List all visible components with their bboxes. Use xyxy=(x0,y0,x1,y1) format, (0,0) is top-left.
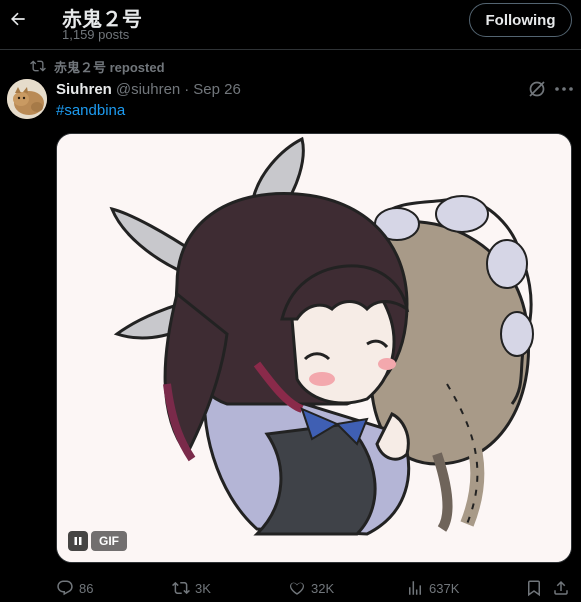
gif-badge: GIF xyxy=(91,531,127,551)
avatar-image xyxy=(7,79,47,119)
post-count: 1,159 posts xyxy=(62,27,130,42)
following-button[interactable]: Following xyxy=(469,3,572,37)
post-date[interactable]: Sep 26 xyxy=(193,81,241,98)
grok-icon xyxy=(529,81,545,97)
gif-controls: GIF xyxy=(68,531,127,551)
repost-icon xyxy=(30,60,46,72)
grok-button[interactable] xyxy=(527,79,547,99)
reply-button[interactable]: 86 xyxy=(56,578,93,598)
author-avatar[interactable] xyxy=(7,79,47,119)
more-options-button[interactable] xyxy=(553,79,575,99)
view-count: 637K xyxy=(429,580,460,596)
views-button[interactable]: 637K xyxy=(406,578,459,598)
share-icon xyxy=(554,580,568,595)
share-button[interactable] xyxy=(552,578,570,598)
like-count: 32K xyxy=(311,580,335,596)
author-handle[interactable]: @siuhren xyxy=(116,81,180,98)
pause-icon xyxy=(74,537,82,545)
more-icon xyxy=(555,87,573,91)
author-line: Siuhren @siuhren · Sep 26 xyxy=(56,79,241,99)
author-name[interactable]: Siuhren xyxy=(56,81,112,98)
post-media-gif[interactable]: GIF xyxy=(56,133,572,563)
separator-dot: · xyxy=(184,80,190,98)
repost-context: 赤鬼２号 reposted xyxy=(30,58,165,75)
pause-button[interactable] xyxy=(68,531,88,551)
reply-icon xyxy=(57,580,73,596)
repost-text: 赤鬼２号 reposted xyxy=(54,59,165,75)
reply-count: 86 xyxy=(79,580,94,596)
like-button[interactable]: 32K xyxy=(288,578,334,598)
bookmark-button[interactable] xyxy=(525,578,543,598)
arrow-left-icon xyxy=(11,12,25,26)
heart-icon xyxy=(290,582,304,595)
repost-button[interactable]: 3K xyxy=(172,578,211,598)
post-actions: 86 3K 32K 637K xyxy=(56,578,572,598)
gif-illustration xyxy=(57,134,571,562)
views-icon xyxy=(409,581,421,595)
profile-header: 赤鬼２号 1,159 posts Following xyxy=(0,0,581,50)
repost-count: 3K xyxy=(195,580,211,596)
back-button[interactable] xyxy=(6,7,30,31)
repost-icon xyxy=(172,581,190,595)
bookmark-icon xyxy=(528,580,540,597)
hashtag-link[interactable]: #sandbina xyxy=(56,102,125,119)
